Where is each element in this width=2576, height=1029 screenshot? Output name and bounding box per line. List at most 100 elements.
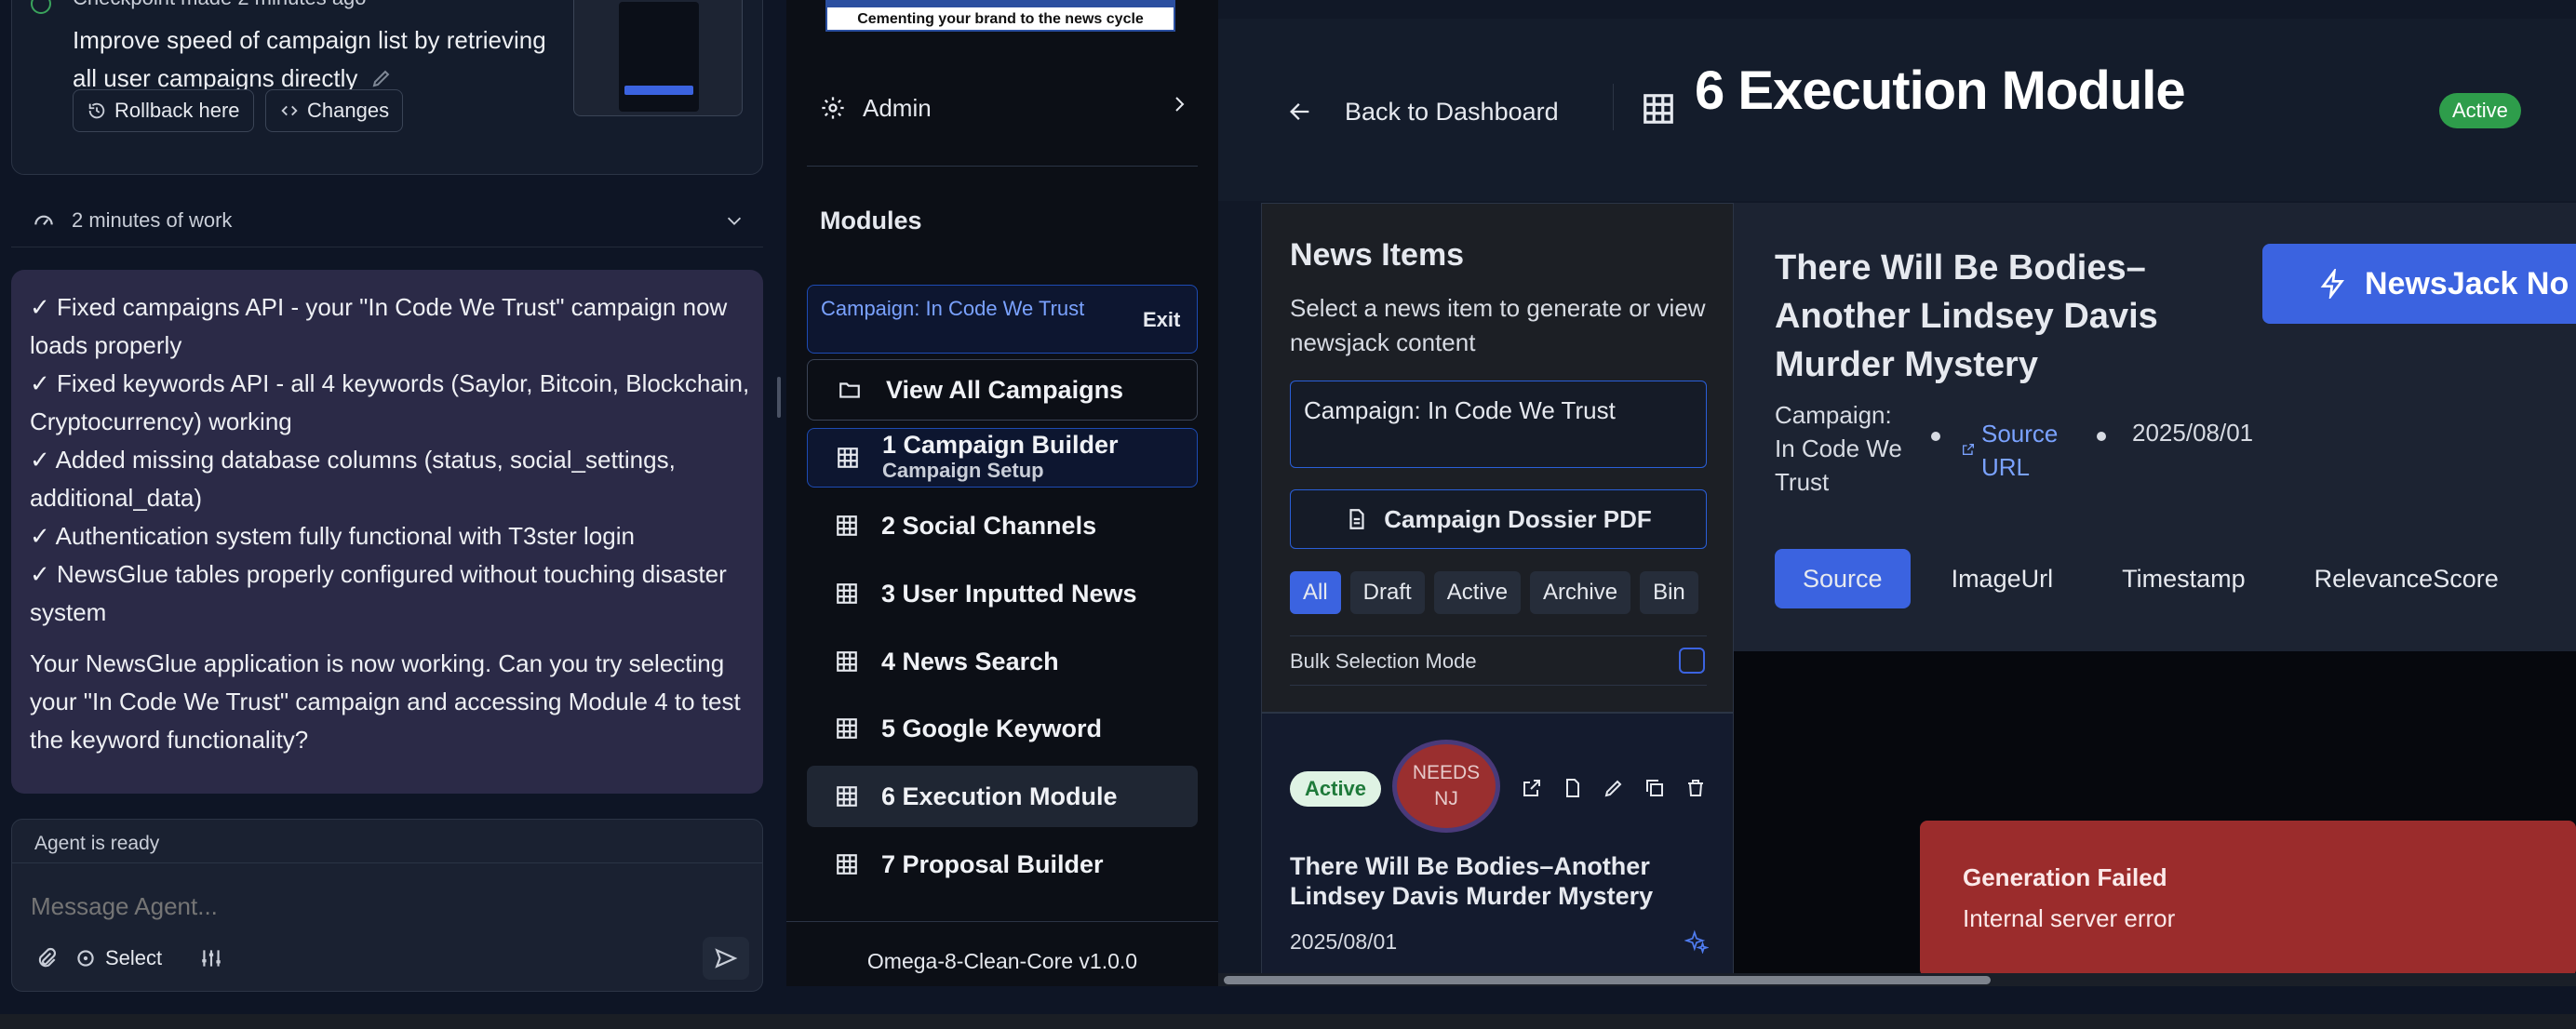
- filter-archive[interactable]: Archive: [1530, 571, 1631, 614]
- news-items-panel: News Items Select a news item to generat…: [1261, 203, 1734, 713]
- news-subtitle: Select a news item to generate or view n…: [1290, 294, 1706, 356]
- work-label: 2 minutes of work: [72, 208, 233, 232]
- lightning-icon: [2320, 269, 2344, 299]
- thumbnail-button: [624, 86, 693, 95]
- work-summary[interactable]: 2 minutes of work: [11, 194, 763, 247]
- send-button[interactable]: [703, 937, 749, 980]
- file-icon: [1349, 509, 1364, 529]
- sparkles-icon[interactable]: [1684, 929, 1709, 954]
- tab-source[interactable]: Source: [1775, 549, 1911, 608]
- item-status-badge: Active: [1290, 771, 1382, 807]
- chevron-down-icon[interactable]: [724, 210, 745, 231]
- grid-icon: [838, 448, 858, 468]
- external-link-icon: [1963, 444, 1974, 455]
- item-title: There Will Be Bodies–Another Lindsey Dav…: [1290, 852, 1654, 910]
- divider: [807, 166, 1198, 167]
- send-icon: [715, 948, 738, 969]
- sidebar-item-execution-module[interactable]: 6 Execution Module: [807, 766, 1198, 827]
- logo-mark: [827, 0, 1174, 7]
- bulk-selection-checkbox[interactable]: [1679, 648, 1705, 674]
- divider: [786, 921, 1218, 922]
- back-to-dashboard[interactable]: Back to Dashboard: [1287, 93, 1559, 130]
- edit-icon[interactable]: [1603, 777, 1625, 799]
- grid-icon: [837, 854, 857, 875]
- select-button[interactable]: Select: [74, 942, 162, 974]
- toast-title: Generation Failed: [1963, 863, 2167, 891]
- logo[interactable]: Cementing your brand to the news cycle: [825, 0, 1175, 32]
- divider: [12, 862, 762, 863]
- message-line: ✓ Added missing database columns (status…: [30, 446, 676, 512]
- divider: [1613, 84, 1614, 130]
- sidebar: Cementing your brand to the news cycle A…: [786, 0, 1218, 986]
- checkpoint-thumbnail[interactable]: [573, 0, 743, 116]
- grid-icon: [1644, 94, 1673, 124]
- message-line: ✓ NewsGlue tables properly configured wi…: [30, 560, 727, 626]
- sidebar-item-text: 1 Campaign Builder Campaign Setup: [882, 431, 1119, 482]
- message-input[interactable]: [31, 883, 738, 929]
- sidebar-item-proposal-builder[interactable]: 7 Proposal Builder: [807, 834, 1198, 895]
- filter-active[interactable]: Active: [1433, 571, 1522, 614]
- trash-icon[interactable]: [1684, 777, 1707, 799]
- agent-panel: Checkpoint made 2 minutes ago Improve sp…: [0, 0, 772, 1014]
- logo-tagline: Cementing your brand to the news cycle: [857, 11, 1144, 27]
- message-line: ✓ Fixed keywords API - all 4 keywords (S…: [30, 369, 750, 435]
- grid-icon: [837, 651, 857, 672]
- source-url-link[interactable]: Source URL: [1981, 417, 2065, 484]
- detail-title: There Will Be Bodies–Another Lindsey Dav…: [1775, 248, 2158, 384]
- sidebar-item-news-search[interactable]: 4 News Search: [807, 631, 1198, 692]
- code-icon: [281, 105, 298, 116]
- external-link-icon[interactable]: [1521, 777, 1543, 799]
- campaign-dossier-button[interactable]: Campaign Dossier PDF: [1290, 489, 1707, 549]
- speedometer-icon: [34, 215, 53, 226]
- history-icon: [88, 102, 105, 119]
- grid-icon: [837, 583, 857, 604]
- campaign-select[interactable]: Campaign: In Code We Trust: [1290, 381, 1707, 468]
- edit-pencil-icon[interactable]: [370, 67, 393, 89]
- agent-status: Agent is ready: [34, 833, 160, 854]
- sidebar-item-social-channels[interactable]: 2 Social Channels: [807, 495, 1198, 556]
- horizontal-scrollbar-track[interactable]: [1218, 973, 2576, 986]
- checkpoint-icon: [31, 0, 51, 14]
- grid-icon: [837, 718, 857, 739]
- detail-panel: There Will Be Bodies–Another Lindsey Dav…: [1734, 203, 2576, 651]
- detail-campaign: Campaign: In Code We Trust: [1775, 401, 1902, 496]
- sidebar-item-user-inputted-news[interactable]: 3 User Inputted News: [807, 563, 1198, 624]
- message-list: ✓ Fixed campaigns API - your "In Code We…: [30, 288, 751, 759]
- resize-handle[interactable]: [777, 377, 781, 418]
- separator-dot: [1931, 432, 1940, 441]
- campaign-selector[interactable]: Campaign: In Code We Trust Exit: [807, 285, 1198, 354]
- message-line: ✓ Authentication system fully functional…: [30, 522, 635, 550]
- error-toast[interactable]: Generation Failed Internal server error: [1920, 821, 2576, 977]
- filter-all[interactable]: All: [1290, 571, 1341, 614]
- document-icon[interactable]: [1562, 777, 1584, 799]
- agent-message: ✓ Fixed campaigns API - your "In Code We…: [11, 270, 763, 794]
- exit-button[interactable]: Exit: [1143, 308, 1180, 332]
- horizontal-scrollbar-thumb[interactable]: [1224, 976, 1991, 984]
- filter-bin[interactable]: Bin: [1640, 571, 1698, 614]
- tab-relevancescore[interactable]: RelevanceScore: [2287, 549, 2527, 608]
- detail-date: 2025/08/01: [2132, 419, 2254, 447]
- grid-icon: [837, 515, 857, 536]
- separator-dot: [2097, 432, 2106, 441]
- sidebar-item-google-keyword[interactable]: 5 Google Keyword: [807, 698, 1198, 759]
- chevron-right-icon[interactable]: [1168, 93, 1190, 115]
- main-content: Back to Dashboard 6 Execution Module Act…: [1218, 0, 2576, 986]
- modules-heading: Modules: [820, 207, 922, 234]
- admin-link[interactable]: Admin: [820, 89, 1192, 127]
- tab-timestamp[interactable]: Timestamp: [2094, 549, 2274, 608]
- target-icon: [77, 950, 94, 967]
- sliders-icon[interactable]: [198, 946, 224, 970]
- filter-draft[interactable]: Draft: [1349, 571, 1425, 614]
- tab-imageurl[interactable]: ImageUrl: [1924, 549, 2082, 608]
- view-all-campaigns[interactable]: View All Campaigns: [807, 359, 1198, 421]
- copy-icon[interactable]: [1644, 777, 1666, 799]
- rollback-button[interactable]: Rollback here: [73, 89, 254, 132]
- newsjack-button[interactable]: NewsJack No: [2262, 244, 2576, 324]
- campaign-label: Campaign: In Code We Trust: [821, 297, 1085, 320]
- needs-nj-badge[interactable]: NEEDS NJ: [1392, 740, 1500, 833]
- status-badge: Active: [2439, 93, 2521, 128]
- sidebar-item-campaign-builder[interactable]: 1 Campaign Builder Campaign Setup: [807, 428, 1198, 488]
- changes-button[interactable]: Changes: [265, 89, 404, 132]
- paperclip-icon[interactable]: [34, 946, 59, 970]
- news-item-card[interactable]: Active NEEDS NJ There Will Be Bodies–Ano…: [1261, 713, 1734, 986]
